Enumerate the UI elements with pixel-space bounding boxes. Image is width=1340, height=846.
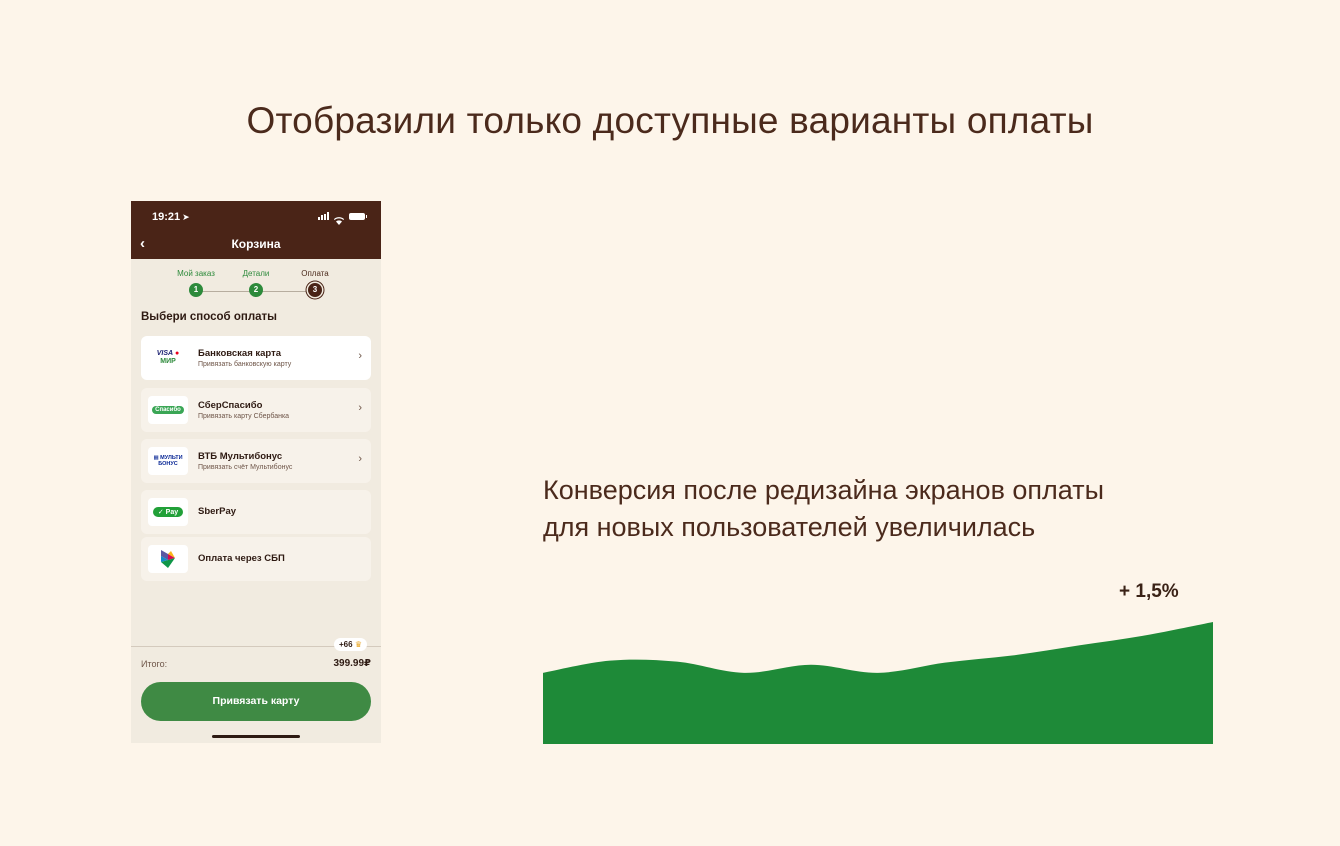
step-details[interactable]: Детали 2 (226, 269, 286, 297)
vtb-multibonus-logo-icon: ▦ МУЛЬТИ БОНУС (148, 447, 188, 475)
bonus-badge: +66 ♛ (334, 638, 367, 651)
nav-title: Корзина (231, 237, 281, 251)
conversion-text: Конверсия после редизайна экранов оплаты… (543, 472, 1193, 546)
option-subtitle: Привязать карту Сбербанка (198, 413, 290, 420)
option-subtitle: Привязать банковскую карту (198, 361, 292, 368)
option-sberspasibo[interactable]: Спасибо СберСпасибо Привязать карту Сбер… (141, 388, 371, 432)
option-sbp[interactable]: Оплата через СБП (141, 537, 371, 581)
battery-icon (349, 212, 367, 220)
option-sberpay[interactable]: ✓ Pay SberPay (141, 490, 371, 534)
option-subtitle: Привязать счёт Мультибонус (198, 464, 293, 471)
total-value: 399.99₽ (333, 658, 371, 669)
payment-heading: Выбери способ оплаты (141, 311, 277, 323)
option-title: ВТБ Мультибонус (198, 451, 283, 462)
checkout-steps: Мой заказ 1 Детали 2 Оплата 3 (131, 269, 381, 303)
option-title: Оплата через СБП (198, 553, 285, 564)
chevron-right-icon: › (358, 453, 362, 465)
home-indicator (212, 735, 300, 738)
step-label: Оплата (301, 269, 329, 278)
conversion-line-1: Конверсия после редизайна экранов оплаты (543, 475, 1105, 505)
wifi-icon (333, 212, 345, 225)
slide-title: Отобразили только доступные варианты опл… (246, 100, 1094, 141)
total-label: Итого: (141, 659, 168, 669)
option-bank-card[interactable]: VISA ● МИР Банковская карта Привязать бан… (141, 336, 371, 380)
sberspasibo-logo-icon: Спасибо (148, 396, 188, 424)
status-time: 19:21 ➤ (152, 211, 190, 223)
conversion-area-chart (543, 622, 1213, 744)
step-number: 3 (308, 283, 322, 297)
option-title: Банковская карта (198, 348, 282, 359)
sberpay-logo-icon: ✓ Pay (148, 498, 188, 526)
option-title: СберСпасибо (198, 400, 263, 411)
sbp-logo-icon (148, 545, 188, 573)
phone-screenshot: 19:21 ➤ ‹ Корзина Мой заказ 1 Детали 2 Оп… (131, 201, 381, 743)
step-number: 1 (189, 283, 203, 297)
location-arrow-icon: ➤ (182, 212, 190, 222)
option-vtb-multibonus[interactable]: ▦ МУЛЬТИ БОНУС ВТБ Мультибонус Привязать … (141, 439, 371, 483)
step-my-order[interactable]: Мой заказ 1 (166, 269, 226, 297)
step-label: Мой заказ (177, 269, 215, 278)
option-title: SberPay (198, 506, 237, 517)
signal-icon (318, 212, 329, 220)
step-label: Детали (242, 269, 270, 278)
bonus-value: +66 (339, 640, 353, 649)
step-number: 2 (249, 283, 263, 297)
visa-mir-logo-icon: VISA ● МИР (148, 344, 188, 372)
bind-card-button[interactable]: Привязать карту (141, 682, 371, 721)
chevron-right-icon: › (358, 402, 362, 414)
conversion-delta: + 1,5% (1119, 581, 1179, 602)
status-icons (318, 212, 367, 225)
step-payment: Оплата 3 (285, 269, 345, 297)
phone-header: 19:21 ➤ ‹ Корзина (131, 201, 381, 259)
conversion-line-2: для новых пользователей увеличилась (543, 512, 1036, 542)
chevron-right-icon: › (358, 350, 362, 362)
area-series (543, 622, 1213, 744)
crown-icon: ♛ (354, 640, 362, 649)
